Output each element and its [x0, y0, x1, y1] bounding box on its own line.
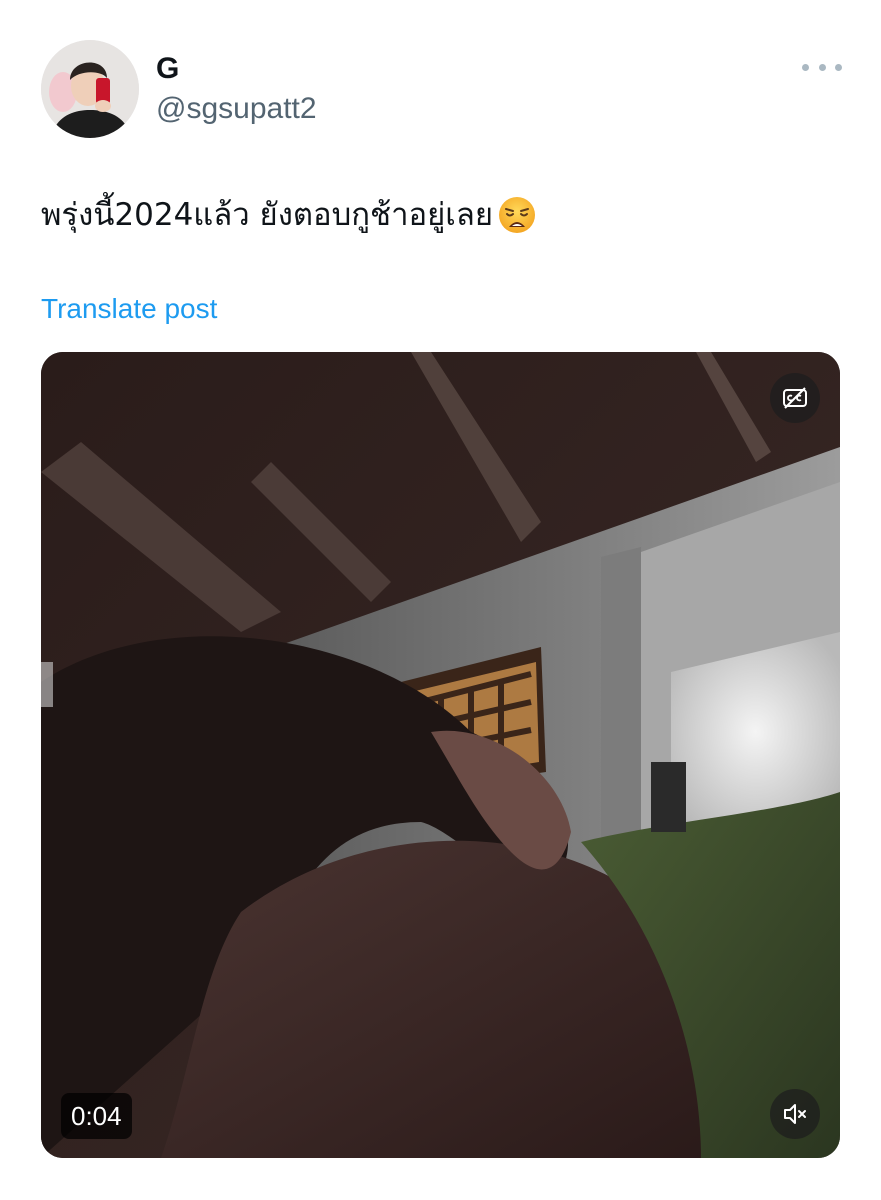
tweet-text: พรุ่งนี้2024แล้ว ยังตอบกูช้าอยู่เลย [41, 190, 841, 240]
tweet-text-content: พรุ่งนี้2024แล้ว ยังตอบกูช้าอยู่เลย [41, 197, 494, 233]
more-dot [818, 63, 826, 71]
tweet: G @sgsupatt2 พรุ่งนี้2024แล้ว ยังตอบกูช้… [0, 0, 881, 1200]
captions-button[interactable] [770, 373, 820, 423]
profile-photo-icon [41, 40, 139, 138]
display-name[interactable]: G [156, 52, 179, 86]
translate-post-link[interactable]: Translate post [41, 293, 217, 325]
user-handle[interactable]: @sgsupatt2 [156, 92, 317, 126]
muted-speaker-icon [784, 1104, 806, 1124]
more-dot [835, 63, 842, 71]
weary-face-emoji-icon [497, 195, 537, 235]
video-player[interactable]: 0:04 [41, 352, 840, 1158]
unmute-button[interactable] [770, 1089, 820, 1139]
captions-off-icon [783, 387, 807, 409]
more-dots-icon [802, 63, 809, 71]
more-options-button[interactable] [802, 56, 842, 78]
avatar[interactable] [41, 40, 139, 138]
video-frame [41, 352, 840, 1158]
video-duration: 0:04 [61, 1093, 132, 1139]
